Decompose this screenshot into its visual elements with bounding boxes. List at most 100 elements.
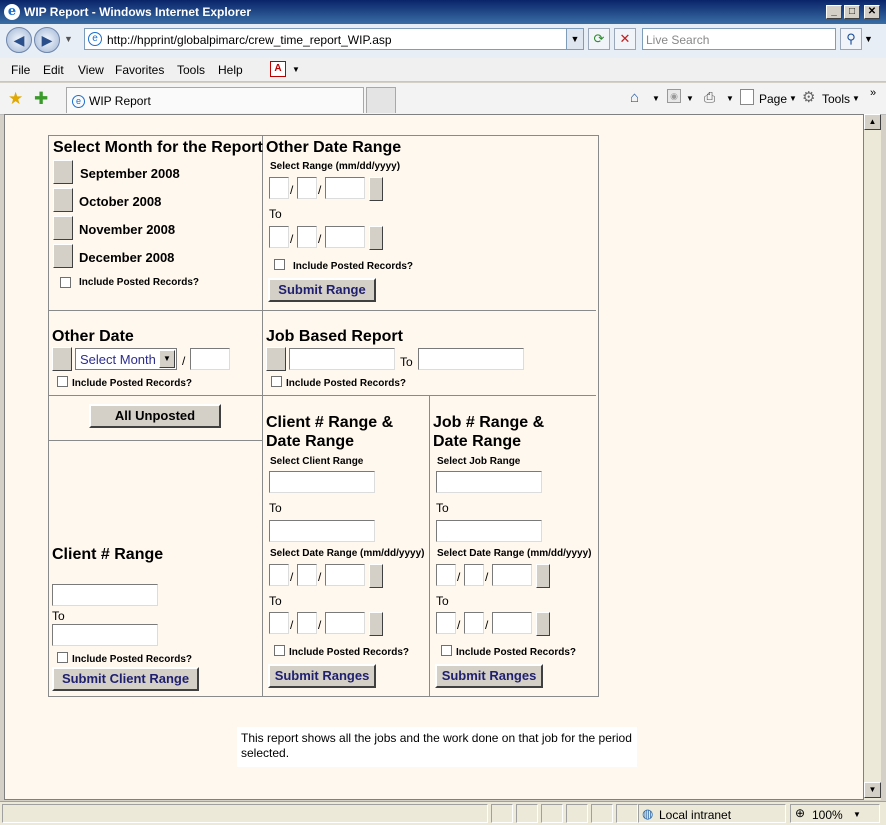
september-button[interactable]	[53, 160, 73, 184]
client-range-from-input[interactable]	[52, 584, 158, 606]
maximize-button[interactable]: □	[844, 5, 860, 19]
job-to-input[interactable]	[418, 348, 524, 370]
client-date-include-posted-checkbox[interactable]	[274, 645, 285, 656]
range-to-year-input[interactable]	[325, 226, 365, 248]
job-date-from-year[interactable]	[492, 564, 532, 586]
client-range-include-posted-checkbox[interactable]	[57, 652, 68, 663]
back-button[interactable]: ◀	[6, 27, 32, 53]
client-date-from-calendar-button[interactable]	[369, 564, 383, 588]
other-date-include-posted-checkbox[interactable]	[57, 376, 68, 387]
job-range-from-input[interactable]	[436, 471, 542, 493]
page-menu-icon[interactable]	[740, 89, 754, 105]
range-include-posted-checkbox[interactable]	[274, 259, 285, 270]
client-submit-ranges-button[interactable]: Submit Ranges	[268, 664, 376, 688]
range-to-calendar-button[interactable]	[369, 226, 383, 250]
job-include-posted-checkbox[interactable]	[271, 376, 282, 387]
favorites-star-icon[interactable]: ★	[8, 89, 23, 109]
print-icon[interactable]: ⎙	[704, 89, 715, 106]
slash: /	[318, 232, 322, 246]
client-date-to-year[interactable]	[325, 612, 365, 634]
tab-label: WIP Report	[89, 94, 151, 108]
job-based-go-button[interactable]	[266, 347, 286, 371]
range-from-calendar-button[interactable]	[369, 177, 383, 201]
range-from-month-input[interactable]	[269, 177, 289, 199]
range-to-day-input[interactable]	[297, 226, 317, 248]
history-dropdown-icon[interactable]: ▼	[64, 34, 73, 44]
menu-tools[interactable]: Tools	[177, 63, 205, 77]
home-dropdown-icon[interactable]: ▼	[652, 94, 660, 103]
client-range-to-input[interactable]	[52, 624, 158, 646]
submit-range-button[interactable]: Submit Range	[268, 278, 376, 302]
job-submit-ranges-button[interactable]: Submit Ranges	[435, 664, 543, 688]
job-date-from-day[interactable]	[464, 564, 484, 586]
tools-menu-label[interactable]: Tools	[822, 92, 850, 106]
november-button[interactable]	[53, 216, 73, 240]
client-date-to-month[interactable]	[269, 612, 289, 634]
zoom-panel[interactable]: ⊕ 100% ▼	[790, 804, 880, 823]
december-button[interactable]	[53, 244, 73, 268]
search-input[interactable]: Live Search	[642, 28, 836, 50]
slash: /	[290, 183, 294, 197]
page-menu-label[interactable]: Page	[759, 92, 787, 106]
client-date-to-calendar-button[interactable]	[369, 612, 383, 636]
gear-icon[interactable]: ⚙	[802, 88, 815, 106]
address-bar[interactable]: e http://hpprint/globalpimarc/crew_time_…	[84, 28, 584, 50]
client-date-to-day[interactable]	[297, 612, 317, 634]
feeds-dropdown-icon[interactable]: ▼	[686, 94, 694, 103]
menu-favorites[interactable]: Favorites	[115, 63, 164, 77]
scroll-up-arrow-icon[interactable]: ▲	[864, 114, 881, 130]
client-date-from-year[interactable]	[325, 564, 365, 586]
select-client-label: Select Client Range	[270, 456, 364, 467]
other-date-go-button[interactable]	[52, 347, 72, 371]
pdf-dropdown-icon[interactable]: ▼	[292, 65, 300, 74]
page-dropdown-icon[interactable]: ▼	[789, 94, 797, 103]
month-include-posted-checkbox[interactable]	[60, 277, 71, 288]
menu-edit[interactable]: Edit	[43, 63, 64, 77]
job-date-to-year[interactable]	[492, 612, 532, 634]
job-range-to-input[interactable]	[436, 520, 542, 542]
search-icon[interactable]: ⚲	[840, 28, 862, 50]
tools-dropdown-icon[interactable]: ▼	[852, 94, 860, 103]
new-tab-button[interactable]	[366, 87, 396, 113]
zoom-dropdown-icon[interactable]: ▼	[853, 810, 861, 819]
close-button[interactable]: ✕	[864, 5, 880, 19]
forward-button[interactable]: ▶	[34, 27, 60, 53]
job-date-from-month[interactable]	[436, 564, 456, 586]
job-date-to-month[interactable]	[436, 612, 456, 634]
month-select[interactable]: Select Month ▼	[75, 348, 177, 370]
chevron-more-icon[interactable]: »	[870, 87, 876, 99]
minimize-button[interactable]: _	[826, 5, 842, 19]
stop-button[interactable]: ✕	[614, 28, 636, 50]
client-date-from-day[interactable]	[297, 564, 317, 586]
job-date-to-calendar-button[interactable]	[536, 612, 550, 636]
search-options-icon[interactable]: ▼	[864, 34, 873, 44]
menu-view[interactable]: View	[78, 63, 104, 77]
tab-wip-report[interactable]: e WIP Report	[66, 87, 364, 113]
range-to-month-input[interactable]	[269, 226, 289, 248]
other-date-year-input[interactable]	[190, 348, 230, 370]
client-date-from-month[interactable]	[269, 564, 289, 586]
job-from-input[interactable]	[289, 348, 395, 370]
client-from-input[interactable]	[269, 471, 375, 493]
home-icon[interactable]: ⌂	[630, 89, 639, 106]
job-date-to-day[interactable]	[464, 612, 484, 634]
all-unposted-button[interactable]: All Unposted	[89, 404, 221, 428]
refresh-button[interactable]: ⟳	[588, 28, 610, 50]
job-date-from-calendar-button[interactable]	[536, 564, 550, 588]
menu-file[interactable]: File	[11, 63, 30, 77]
submit-client-range-button[interactable]: Submit Client Range	[52, 667, 199, 691]
range-from-day-input[interactable]	[297, 177, 317, 199]
add-favorites-icon[interactable]: ✚	[34, 89, 48, 109]
feeds-icon[interactable]: ◉	[667, 89, 681, 103]
address-dropdown-icon[interactable]: ▼	[566, 29, 583, 49]
print-dropdown-icon[interactable]: ▼	[726, 94, 734, 103]
vertical-scrollbar[interactable]: ▲ ▼	[864, 114, 881, 800]
scroll-down-arrow-icon[interactable]: ▼	[864, 782, 881, 798]
menu-help[interactable]: Help	[218, 63, 243, 77]
client-to-input[interactable]	[269, 520, 375, 542]
pdf-icon[interactable]: A	[270, 61, 286, 77]
job-date-include-posted-checkbox[interactable]	[441, 645, 452, 656]
range-from-year-input[interactable]	[325, 177, 365, 199]
slash: /	[290, 570, 294, 584]
october-button[interactable]	[53, 188, 73, 212]
